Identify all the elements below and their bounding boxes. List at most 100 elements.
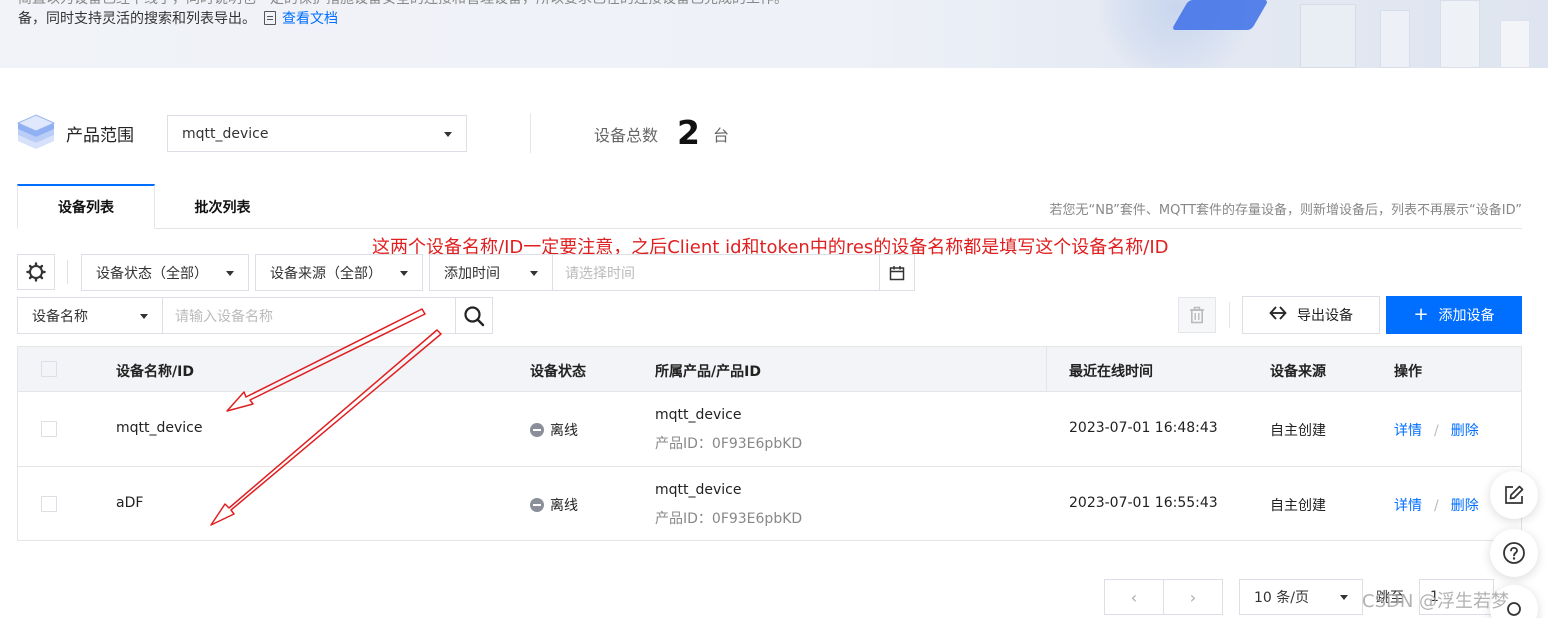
watermark: CSDN @浮生若梦 [1362, 591, 1510, 612]
time-range-placeholder: 请选择时间 [565, 265, 635, 282]
edit-icon [1505, 485, 1524, 504]
device-status: 离线 [530, 420, 578, 440]
table-header: 设备名称/ID 设备状态 所属产品/产品ID 最近在线时间 设备来源 操作 [18, 347, 1521, 392]
column-header-last-online: 最近在线时间 [1069, 364, 1153, 380]
feedback-button[interactable] [1490, 471, 1538, 519]
document-icon [264, 11, 276, 25]
column-divider [1046, 347, 1047, 392]
time-range-input[interactable]: 请选择时间 [552, 254, 880, 291]
tab-batch-list[interactable]: 批次列表 [165, 184, 280, 229]
page-size-value: 10 条/页 [1254, 590, 1309, 606]
delete-link[interactable]: 删除 [1451, 498, 1479, 514]
add-device-button[interactable]: + 添加设备 [1386, 296, 1522, 334]
separator: / [1434, 423, 1439, 439]
row-checkbox[interactable] [41, 496, 57, 512]
device-name: aDF [116, 495, 144, 511]
search-icon [464, 305, 485, 326]
device-status: 离线 [530, 495, 578, 515]
banner-illustration [1440, 0, 1480, 68]
banner-illustration [1380, 10, 1410, 68]
divider [530, 113, 531, 153]
device-total-count: 2 [677, 113, 700, 152]
plus-icon: + [1413, 304, 1429, 325]
device-table: 设备名称/ID 设备状态 所属产品/产品ID 最近在线时间 设备来源 操作 mq… [17, 346, 1522, 541]
product-range-label: 产品范围 [66, 126, 134, 146]
product-select[interactable]: mqtt_device [167, 115, 467, 152]
device-status-text: 离线 [550, 423, 578, 439]
time-type-value: 添加时间 [444, 265, 500, 282]
column-header-name: 设备名称/ID [116, 364, 194, 380]
row-actions: 详情 / 删除 [1394, 420, 1479, 440]
device-total-unit: 台 [713, 126, 730, 145]
banner-description-text: 备，同时支持灵活的搜索和列表导出。 [18, 11, 256, 27]
product-name: mqtt_device [655, 482, 742, 498]
next-page-button[interactable]: › [1163, 579, 1223, 615]
column-header-source: 设备来源 [1270, 364, 1326, 380]
divider [1229, 302, 1230, 328]
caret-down-icon [1340, 595, 1348, 600]
banner-description: 备，同时支持灵活的搜索和列表导出。 查看文档 [18, 8, 338, 28]
product-id: 产品ID：0F93E6pbKD [655, 511, 803, 527]
device-source-filter-value: 设备来源（全部） [270, 265, 382, 282]
table-row: aDF 离线 mqtt_device 产品ID：0F93E6pbKD 2023-… [18, 466, 1521, 540]
search-field-select[interactable]: 设备名称 [17, 297, 163, 334]
last-online-time: 2023-07-01 16:55:43 [1069, 495, 1218, 511]
delete-selected-button[interactable] [1178, 297, 1216, 333]
column-header-actions: 操作 [1394, 364, 1422, 380]
export-devices-label: 导出设备 [1297, 308, 1353, 324]
device-name-search-placeholder: 请输入设备名称 [175, 308, 273, 325]
select-all-checkbox[interactable] [41, 361, 57, 377]
column-header-status: 设备状态 [530, 364, 586, 380]
device-source: 自主创建 [1270, 498, 1326, 514]
chevron-right-icon: › [1189, 587, 1197, 607]
prev-page-button[interactable]: ‹ [1104, 579, 1164, 615]
row-actions: 详情 / 删除 [1394, 495, 1479, 515]
search-field-value: 设备名称 [32, 308, 88, 325]
caret-down-icon [530, 270, 538, 276]
product-name: mqtt_device [655, 407, 742, 423]
help-button[interactable] [1490, 529, 1538, 577]
device-status-filter[interactable]: 设备状态（全部） [81, 254, 249, 291]
add-device-label: 添加设备 [1438, 308, 1495, 324]
settings-button[interactable] [17, 254, 55, 290]
product-select-value: mqtt_device [182, 125, 269, 142]
search-button[interactable] [455, 297, 493, 334]
device-source-filter[interactable]: 设备来源（全部） [255, 254, 423, 291]
time-type-select[interactable]: 添加时间 [429, 254, 553, 291]
delete-link[interactable]: 删除 [1451, 423, 1479, 439]
banner-illustration [1500, 20, 1530, 68]
separator: / [1434, 498, 1439, 514]
caret-down-icon [226, 270, 234, 276]
caret-down-icon [444, 131, 452, 137]
page-size-select[interactable]: 10 条/页 [1239, 579, 1363, 615]
device-name: mqtt_device [116, 420, 203, 436]
column-header-product: 所属产品/产品ID [655, 364, 761, 380]
view-docs-link[interactable]: 查看文档 [282, 11, 338, 27]
table-row: mqtt_device 离线 mqtt_device 产品ID：0F93E6pb… [18, 392, 1521, 466]
device-status-text: 离线 [550, 498, 578, 514]
product-stack-icon [16, 114, 56, 149]
calendar-button[interactable] [879, 254, 915, 291]
device-source: 自主创建 [1270, 423, 1326, 439]
caret-down-icon [140, 313, 148, 319]
product-id: 产品ID：0F93E6pbKD [655, 436, 803, 452]
calendar-icon [889, 265, 905, 280]
row-checkbox[interactable] [41, 421, 57, 437]
export-icon [1269, 304, 1287, 326]
banner-description-cut: 简直以为设备已经下线了，同时说明也一定的保护措施设备安全的连接和管理设备，所以要… [18, 0, 788, 8]
offline-status-icon [530, 498, 544, 512]
device-name-search-input[interactable]: 请输入设备名称 [162, 297, 456, 334]
offline-status-icon [530, 423, 544, 437]
detail-link[interactable]: 详情 [1394, 423, 1422, 439]
page-banner: 简直以为设备已经下线了，同时说明也一定的保护措施设备安全的连接和管理设备，所以要… [0, 0, 1548, 68]
tabs-hint: 若您无“NB”套件、MQTT套件的存量设备，则新增设备后，列表不再展示“设备ID… [1049, 203, 1522, 218]
export-devices-button[interactable]: 导出设备 [1242, 296, 1380, 334]
last-online-time: 2023-07-01 16:48:43 [1069, 420, 1218, 436]
divider [67, 260, 68, 284]
detail-link[interactable]: 详情 [1394, 498, 1422, 514]
gear-icon [26, 262, 46, 282]
banner-illustration [1300, 4, 1356, 68]
tab-device-list[interactable]: 设备列表 [17, 184, 155, 229]
question-icon [1503, 542, 1525, 564]
device-total-label: 设备总数 [594, 126, 659, 145]
